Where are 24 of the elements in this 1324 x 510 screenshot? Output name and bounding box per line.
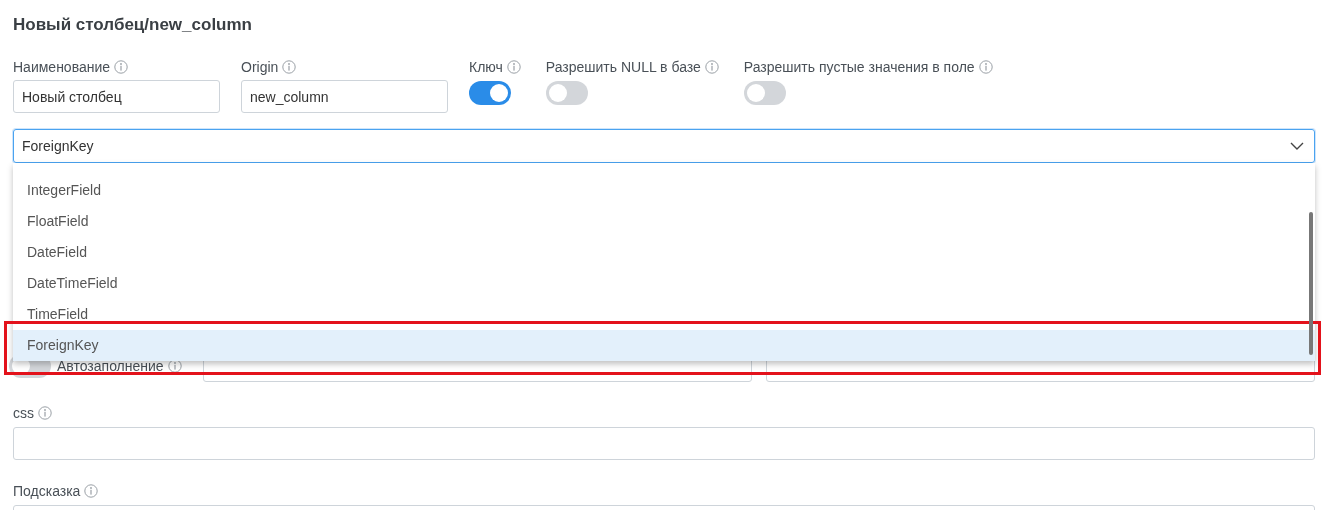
- dropdown-option[interactable]: ForeignKey: [13, 330, 1315, 361]
- field-label: Разрешить пустые значения в поле: [743, 58, 975, 75]
- toggle-switch[interactable]: [469, 81, 511, 105]
- field-label: css: [13, 405, 34, 421]
- dropdown-option[interactable]: IntegerField: [13, 175, 1315, 206]
- toggle-switch[interactable]: [743, 81, 786, 105]
- text-field[interactable]: new_column: [241, 80, 448, 113]
- dropdown-option[interactable]: TimeField: [13, 299, 1315, 330]
- form-title: Новый столбец/new_column: [13, 14, 253, 36]
- dropdown-option[interactable]: FloatField: [13, 206, 1315, 237]
- type-select[interactable]: ForeignKey: [13, 129, 1315, 163]
- field-label: Подсказка: [13, 483, 81, 499]
- field-label: Ключ: [469, 58, 503, 75]
- toggle-switch[interactable]: [545, 81, 588, 105]
- info-icon[interactable]: [167, 358, 182, 373]
- text-field[interactable]: Новый столбец: [13, 80, 220, 113]
- scrollbar[interactable]: [1309, 212, 1313, 355]
- field-label: Наименование: [13, 58, 111, 75]
- chevron-down-icon[interactable]: [1290, 142, 1304, 150]
- field-label: Разрешить NULL в базе: [545, 58, 701, 75]
- field-label: Origin: [241, 58, 279, 75]
- dropdown-option[interactable]: DateField: [13, 237, 1315, 268]
- dropdown-option[interactable]: DateTimeField: [13, 268, 1315, 299]
- text-field[interactable]: [13, 427, 1315, 460]
